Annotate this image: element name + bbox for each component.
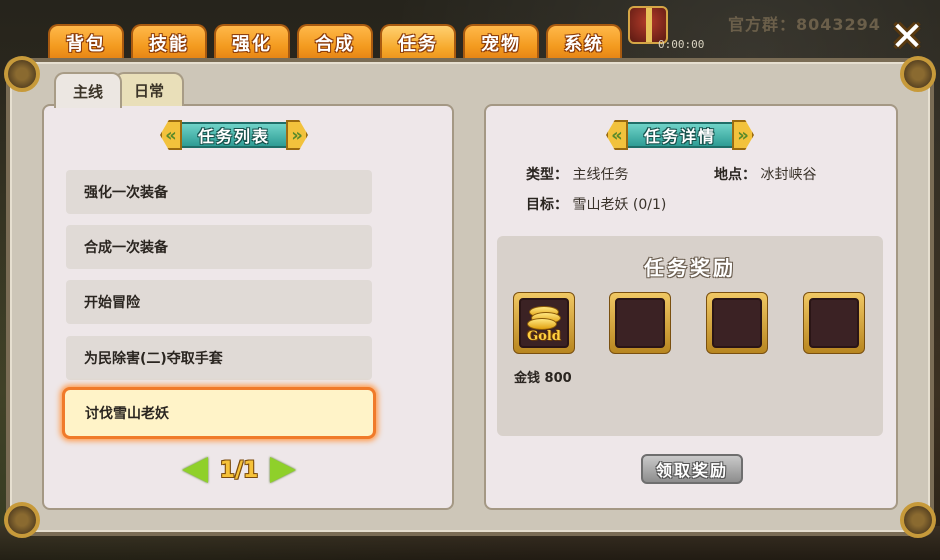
frame-corner-ornament (900, 56, 936, 92)
subtab-main-quest[interactable]: 主线 (54, 72, 122, 108)
quest-detail-title: 任务详情 (628, 122, 733, 148)
page-indicator: 1/1 (219, 457, 259, 483)
reward-slot-empty[interactable] (803, 292, 865, 354)
claim-reward-button[interactable]: 领取奖励 (641, 454, 743, 484)
next-page-icon[interactable] (270, 457, 296, 483)
quest-detail-header: « 任务详情 » (606, 120, 755, 150)
quest-target-row: 目标： 雪山老妖 (0/1) (526, 194, 666, 214)
prev-page-icon[interactable] (182, 457, 208, 483)
pager: 1/1 (182, 454, 296, 486)
reward-gold-amount: 金钱 800 (514, 371, 572, 386)
quest-list-title: 任务列表 (182, 122, 287, 148)
quest-location-row: 地点： 冰封峡谷 (714, 164, 816, 184)
quest-type-row: 类型： 主线任务 (526, 164, 628, 184)
reward-title: 任务奖励 (644, 256, 736, 280)
frame-corner-ornament (4, 56, 40, 92)
quest-type-label: 类型： (526, 167, 568, 183)
frame-corner-ornament (4, 502, 40, 538)
quest-location-value: 冰封峡谷 (760, 167, 817, 183)
chevron-right-icon: » (286, 120, 309, 150)
reward-slot-empty[interactable] (706, 292, 768, 354)
close-icon[interactable]: ✕ (884, 14, 930, 60)
quest-target-label: 目标： (526, 197, 568, 213)
official-group-text: 官方群：8043294 (728, 15, 881, 34)
gold-coins-icon: Gold (521, 300, 567, 346)
quest-item[interactable]: 开始冒险 (66, 280, 372, 324)
reward-slot-inner: Gold (519, 298, 569, 348)
reward-slot-empty[interactable] (609, 292, 671, 354)
gold-icon-text: Gold (527, 329, 561, 344)
frame-corner-ornament (900, 502, 936, 538)
quest-type-value: 主线任务 (572, 167, 629, 183)
reward-slot[interactable]: Gold (513, 292, 575, 354)
quest-item[interactable]: 强化一次装备 (66, 170, 372, 214)
quest-item[interactable]: 为民除害(二)夺取手套 (66, 336, 372, 380)
chevron-left-icon: « (160, 120, 182, 150)
quest-location-label: 地点： (714, 167, 756, 183)
quest-list-header: « 任务列表 » (160, 120, 309, 150)
quest-item[interactable]: 合成一次装备 (66, 225, 372, 269)
subtab-daily-quest[interactable]: 日常 (114, 72, 184, 106)
chevron-left-icon: « (606, 120, 628, 150)
timer-text: 0:00:00 (658, 38, 705, 51)
quest-target-value: 雪山老妖 (0/1) (572, 197, 667, 213)
chevron-right-icon: » (732, 120, 755, 150)
quest-item-selected[interactable]: 讨伐雪山老妖 (62, 387, 376, 439)
